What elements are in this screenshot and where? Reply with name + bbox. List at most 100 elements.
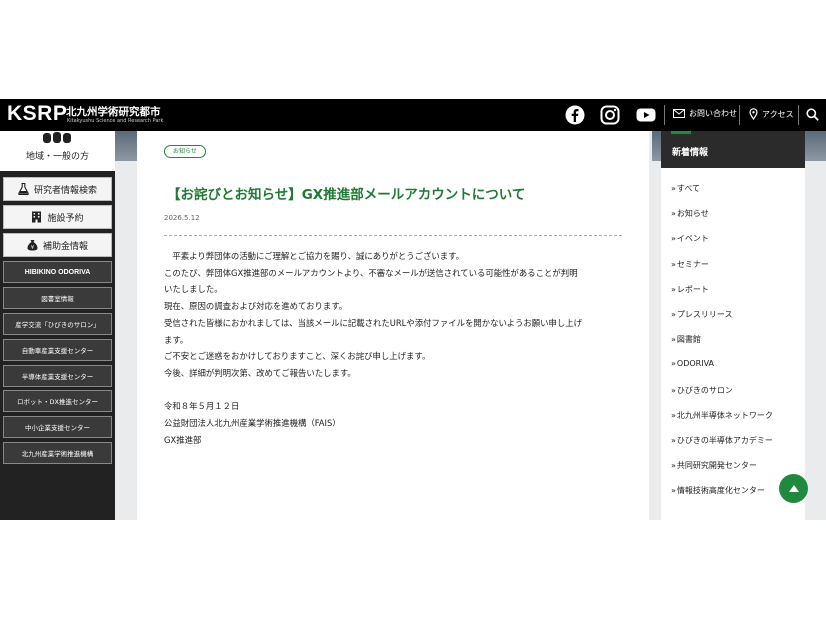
site-header: KSRP 北九州学術研究都市 Kitakyushu Science and Re… (0, 99, 826, 131)
article-date: 2026.5.12 (164, 214, 200, 222)
news-category-label: お知らせ (676, 209, 709, 219)
body-line: このたび、弊団体GX推進部のメールアカウントより、不審なメールが送信されている可… (164, 267, 578, 278)
audience-label: 地域・一般の方 (25, 152, 89, 162)
news-category-label: イベント (676, 234, 709, 244)
chevron-right-icon: » (671, 385, 676, 395)
body-line: ご不安とご迷惑をおかけしておりますこと、深くお詫び申し上げます。 (164, 351, 431, 362)
news-sidebar: 新着情報 »すべて »お知らせ »イベント »セミナー »レポート »プレスリリース »図書… (661, 131, 805, 520)
chevron-right-icon: » (671, 436, 676, 445)
news-category-item[interactable]: »セミナー (671, 259, 709, 270)
contact-label: お問い合わせ (689, 109, 737, 118)
news-category-item[interactable]: »お知らせ (671, 208, 709, 219)
map-pin-icon (749, 108, 758, 120)
news-category-label: 情報技術高度化センター (676, 486, 765, 496)
access-label: アクセス (762, 109, 794, 119)
news-category-label: ひびきの半導体アカデミー (676, 436, 773, 445)
audience-selector[interactable]: 地域・一般の方 (0, 131, 115, 171)
news-category-label: 共同研究開発センター (676, 461, 757, 471)
news-sidebar-header: 新着情報 (661, 131, 805, 168)
article-divider (164, 235, 622, 236)
article-body: 平素より弊団体の活動にご理解とご協力を賜り、誠にありがとうございます。 このたび… (164, 248, 634, 448)
news-category-label: すべて (676, 184, 701, 193)
header-divider (664, 105, 665, 125)
access-link[interactable]: アクセス (749, 108, 794, 120)
news-category-label: セミナー (676, 259, 709, 269)
instagram-icon[interactable] (600, 105, 620, 125)
svg-text:¥: ¥ (31, 245, 34, 251)
chevron-right-icon: » (671, 310, 676, 319)
news-category-item[interactable]: »北九州半導体ネットワーク (671, 410, 773, 421)
chevron-right-icon: » (671, 410, 676, 420)
news-category-label: プレスリリース (676, 310, 733, 319)
body-line: 今後、詳細が判明次第、改めてご報告いたします。 (164, 367, 356, 378)
news-category-item[interactable]: »図書館 (671, 334, 701, 345)
site-logo-japanese[interactable]: 北九州学術研究都市 (66, 104, 161, 119)
news-sidebar-title: 新着情報 (672, 148, 709, 158)
news-category-label: 北九州半導体ネットワーク (676, 410, 773, 420)
sidebar-item-odoriva[interactable]: HIBIKINO ODORIVA (3, 261, 112, 283)
news-category-label: ひびきのサロン (676, 385, 733, 395)
news-category-item[interactable]: »ひびきのサロン (671, 385, 733, 396)
news-category-label: 図書館 (676, 335, 701, 345)
mail-icon (673, 109, 685, 118)
body-line: 現在、原因の調査および対応を進めております。 (164, 301, 348, 312)
category-tag[interactable]: お知らせ (164, 145, 206, 158)
body-line: ます。 (164, 334, 189, 345)
chevron-right-icon: » (671, 259, 676, 269)
news-category-item[interactable]: »プレスリリース (671, 309, 733, 320)
facility-booking-label: 施設予約 (47, 213, 84, 224)
contact-link[interactable]: お問い合わせ (673, 108, 737, 119)
body-line (164, 382, 634, 399)
news-category-item[interactable]: »ひびきの半導体アカデミー (671, 435, 773, 446)
signature-org: 公益財団法人北九州産業学術推進機構（FAIS） (164, 418, 341, 429)
sidebar-item-automotive[interactable]: 自動車産業支援センター (3, 339, 112, 361)
facility-booking-button[interactable]: 施設予約 (3, 205, 112, 229)
researcher-search-label: 研究者情報検索 (33, 185, 97, 196)
accent-bar (671, 131, 691, 134)
sidebar-item-library[interactable]: 図書室情報 (3, 287, 112, 309)
news-category-label: レポート (676, 284, 709, 294)
chevron-right-icon: » (671, 209, 676, 219)
header-divider (739, 105, 740, 125)
youtube-icon[interactable] (636, 105, 656, 125)
signature-date: 令和８年５月１２日 (164, 401, 240, 412)
news-category-item[interactable]: »すべて (671, 183, 700, 194)
money-bag-icon: ¥ (27, 240, 38, 251)
sidebar-item-fais[interactable]: 北九州産業学術推進機構 (3, 442, 112, 464)
left-sidebar: 地域・一般の方 研究者情報検索 施設予約 ¥ 補助金情報 HIBIKINO OD… (0, 131, 115, 520)
sidebar-item-salon[interactable]: 産学交流「ひびきのサロン」 (3, 313, 112, 335)
building-icon (32, 211, 42, 223)
people-icon (43, 132, 71, 143)
news-category-item[interactable]: »レポート (671, 284, 709, 295)
sidebar-item-semiconductor[interactable]: 半導体産業支援センター (3, 365, 112, 387)
news-category-label: ODORIVA (676, 359, 715, 369)
body-line: 受信された皆様におかれましては、当該メールに記載されたURLや添付ファイルを開か… (164, 317, 583, 328)
news-category-item[interactable]: »共同研究開発センター (671, 460, 757, 471)
flask-icon (18, 183, 29, 195)
news-category-item[interactable]: »ODORIVA (671, 359, 714, 368)
chevron-right-icon: » (671, 335, 676, 345)
site-logo-english[interactable]: Kitakyushu Science and Research Park (67, 118, 163, 124)
header-divider (798, 105, 799, 125)
subsidy-info-button[interactable]: ¥ 補助金情報 (3, 233, 112, 257)
facebook-icon[interactable] (565, 105, 585, 125)
chevron-right-icon: » (671, 234, 676, 244)
researcher-search-button[interactable]: 研究者情報検索 (3, 177, 112, 201)
chevron-right-icon: » (671, 359, 676, 369)
chevron-right-icon: » (671, 184, 676, 193)
body-line: いたしました。 (164, 284, 223, 295)
article: お知らせ 【お詫びとお知らせ】GX推進部メールアカウントについて 2026.5.… (137, 131, 649, 520)
news-category-item[interactable]: »イベント (671, 233, 709, 244)
site-logo[interactable]: KSRP (7, 102, 67, 126)
chevron-right-icon: » (671, 284, 676, 294)
sidebar-item-sme[interactable]: 中小企業支援センター (3, 416, 112, 438)
chevron-right-icon: » (671, 486, 676, 496)
subsidy-info-label: 補助金情報 (42, 241, 88, 252)
search-icon[interactable] (806, 108, 819, 121)
sidebar-item-robot-dx[interactable]: ロボット・DX推進センター (3, 390, 112, 412)
news-category-item[interactable]: »情報技術高度化センター (671, 485, 765, 496)
body-line: 平素より弊団体の活動にご理解とご協力を賜り、誠にありがとうございます。 (164, 251, 464, 261)
signature-dept: GX推進部 (164, 434, 202, 445)
arrow-up-icon (788, 485, 799, 492)
scroll-top-button[interactable] (779, 474, 808, 503)
